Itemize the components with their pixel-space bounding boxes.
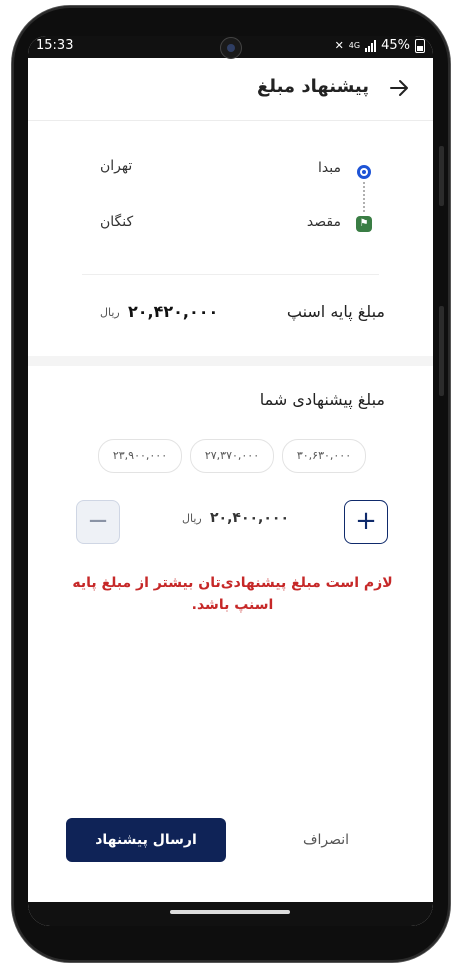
suggestion-chip[interactable]: ۳۰,۶۳۰,۰۰۰ [282,439,366,473]
offer-title: مبلغ پیشنهادی شما [259,390,385,409]
suggestion-chip[interactable]: ۲۷,۳۷۰,۰۰۰ [190,439,274,473]
origin-icon [357,165,371,179]
page-title: پیشنهاد مبلغ [256,76,369,97]
destination-icon: ⚑ [356,216,372,232]
app-screen: 15:33 ✕ 4G 45% پیشنهاد مبلغ ⚑ مبدا تهران… [28,36,433,926]
section-divider [28,356,433,366]
mute-icon: ✕ [334,39,344,52]
origin-value: تهران [100,158,133,174]
base-price-unit: ریال [100,306,120,319]
route-summary: ⚑ مبدا تهران مقصد کنگان [28,120,433,275]
battery-percent: 45% [381,38,410,53]
offer-stepper: − ریال ۲۰,۴۰۰,۰۰۰ + [28,496,433,546]
offer-unit: ریال [182,512,202,525]
offer-amount: ۲۰,۴۰۰,۰۰۰ [210,510,289,526]
send-offer-button[interactable]: ارسال پیشنهاد [66,818,226,862]
power-button [439,306,444,396]
home-indicator[interactable] [170,910,290,914]
page-header: پیشنهاد مبلغ [28,58,433,121]
network-label: 4G [348,41,361,50]
arrow-right-icon[interactable] [387,76,411,100]
suggestion-chip[interactable]: ۲۳,۹۰۰,۰۰۰ [98,439,182,473]
suggestion-chips: ۳۰,۶۳۰,۰۰۰ ۲۷,۳۷۰,۰۰۰ ۲۳,۹۰۰,۰۰۰ [98,439,368,473]
base-price-row: مبلغ پایه اسنپ ریال ۲۰,۴۲۰,۰۰۰ [28,276,433,354]
cancel-button[interactable]: انصراف [286,818,366,862]
destination-label: مقصد [306,214,341,230]
origin-label: مبدا [318,160,341,176]
front-camera-icon [220,37,242,59]
base-price-amount: ۲۰,۴۲۰,۰۰۰ [128,302,219,321]
battery-icon [415,38,425,53]
signal-icon [365,39,377,52]
volume-button [439,146,444,206]
divider [82,274,379,275]
base-price-label: مبلغ پایه اسنپ [286,302,385,321]
status-bar: 15:33 ✕ 4G 45% [28,36,433,59]
decrease-button[interactable]: − [76,500,120,544]
action-bar: ارسال پیشنهاد انصراف [28,816,433,864]
status-icons: ✕ 4G 45% [335,38,425,53]
route-line [363,182,365,212]
status-time: 15:33 [36,38,74,53]
error-message: لازم است مبلغ پیشنهادی‌تان بیشتر از مبلغ… [72,575,393,613]
destination-value: کنگان [100,214,134,230]
increase-button[interactable]: + [344,500,388,544]
system-nav-bar [28,902,433,926]
